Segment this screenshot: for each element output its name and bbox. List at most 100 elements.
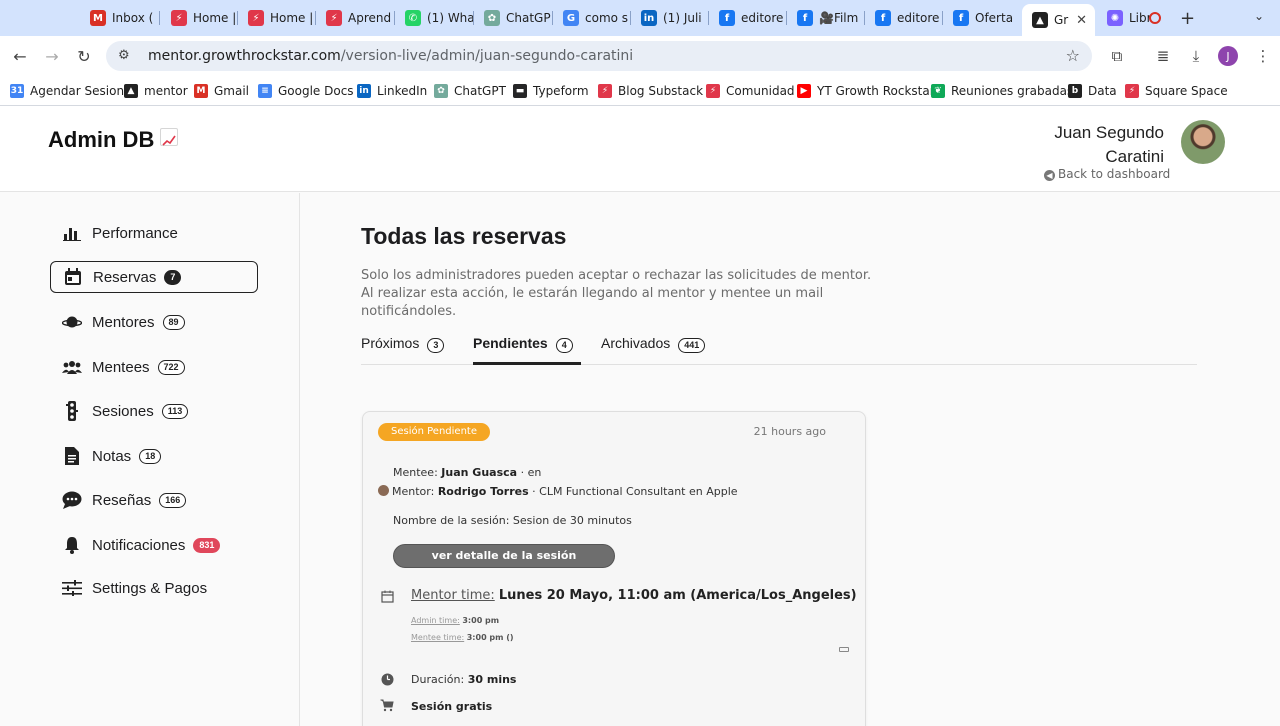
browser-tab-title: Gr [1054, 13, 1069, 27]
count-badge: 4 [555, 338, 573, 353]
sidebar-item-notificaciones[interactable]: Notificaciones 831 [50, 529, 258, 561]
profile-avatar[interactable]: J [1218, 46, 1238, 66]
sidebar-item-reseñas[interactable]: Reseñas 166 [50, 484, 258, 516]
browser-tab[interactable]: f Oferta [943, 4, 1021, 32]
admin-app: Admin DB Juan Segundo Caratini ◀ Back to … [0, 107, 1280, 726]
time-ago: 21 hours ago [753, 425, 826, 438]
bookmark-item[interactable]: ⚡ Blog Substack [598, 82, 703, 100]
facebook-icon: f [797, 10, 813, 26]
bookmark-item[interactable]: ▬ Typeform [513, 82, 589, 100]
growth-rockstar-icon: ⚡ [1125, 84, 1139, 98]
bookmark-label: Gmail [214, 84, 250, 98]
bookmark-item[interactable]: ≡ Google Docs [258, 82, 354, 100]
browser-tab[interactable]: f 🎥Film [787, 4, 865, 32]
browser-tab[interactable]: ⚡ Aprend [316, 4, 395, 32]
browser-tab[interactable]: M Inbox ( [80, 4, 160, 32]
sidebar-item-mentees[interactable]: Mentees 722 [50, 351, 258, 383]
bookmark-item[interactable]: 31 Agendar Sesion [10, 82, 124, 100]
bookmark-item[interactable]: ▲ mentor [124, 82, 188, 100]
bookmark-item[interactable]: ⚡ Comunidad [706, 82, 795, 100]
site-settings-icon[interactable]: ⚙ [118, 48, 134, 64]
sidebar-item-performance[interactable]: Performance [50, 217, 258, 249]
mentor-time-label: Mentor time: [411, 588, 495, 603]
price-row: Sesión gratis [411, 700, 492, 713]
reload-icon[interactable]: ↻ [72, 44, 96, 68]
forward-arrow-icon[interactable]: → [40, 44, 64, 68]
download-icon[interactable]: ⤓ [1185, 45, 1207, 67]
bookmark-item[interactable]: ▶ YT Growth Rockstar [797, 82, 935, 100]
mentor-time: Mentor time: Lunes 20 Mayo, 11:00 am (Am… [411, 588, 857, 603]
count-badge: 89 [162, 314, 185, 330]
admin-time-label: Admin time: [411, 616, 460, 625]
back-to-dashboard-link[interactable]: ◀ Back to dashboard [1044, 167, 1170, 181]
mentee-label: Mentee: [393, 466, 438, 479]
tab-pendientes[interactable]: Pendientes 4 [473, 335, 581, 365]
leaf-icon: ❦ [931, 84, 945, 98]
user-avatar[interactable] [1181, 120, 1225, 164]
sidebar-item-settings-pagos[interactable]: Settings & Pagos [50, 572, 258, 604]
sidebar-item-label: Reservas [93, 268, 157, 286]
back-arrow-icon[interactable]: ← [8, 44, 32, 68]
extensions-icon[interactable]: ⧉ [1106, 45, 1128, 67]
reservation-card: Sesión Pendiente 21 hours ago Mentee: Ju… [362, 411, 866, 726]
app-header: Admin DB Juan Segundo Caratini ◀ Back to … [0, 107, 1280, 192]
sidebar-item-reservas[interactable]: Reservas 7 [50, 261, 258, 293]
bookmark-item[interactable]: in LinkedIn [357, 82, 427, 100]
browser-tab[interactable]: ✺ Libr [1097, 4, 1169, 32]
mentor-name[interactable]: Rodrigo Torres [438, 485, 529, 498]
count-badge: 3 [427, 338, 445, 353]
bookmark-item[interactable]: ✿ ChatGPT [434, 82, 506, 100]
mentee-time: Mentee time: 3:00 pm () [411, 633, 514, 642]
bookmark-item[interactable]: M Gmail [194, 82, 249, 100]
bookmark-label: LinkedIn [377, 84, 428, 98]
linkedin-icon: in [357, 84, 371, 98]
mentor-role: · CLM Functional Consultant en Apple [532, 485, 738, 498]
browser-tab-title: 🎥Film [819, 11, 859, 25]
browser-tab[interactable]: ⚡ Home | [238, 4, 316, 32]
mentor-app-icon: ▲ [1032, 12, 1048, 28]
browser-tab-title: Home | [193, 11, 237, 25]
growth-rockstar-icon: ⚡ [171, 10, 187, 26]
calendar-icon: 31 [10, 84, 24, 98]
close-tab-icon[interactable]: ✕ [1076, 13, 1087, 28]
tab-label: Próximos [361, 335, 420, 351]
bookmark-item[interactable]: b Data [1068, 82, 1117, 100]
browser-tab[interactable]: in (1) Juli [631, 4, 709, 32]
tab-archivados[interactable]: Archivados 441 [601, 335, 711, 365]
tab-search-chevron-icon[interactable]: ⌄ [1254, 9, 1264, 23]
bookmarks-bar: 31 Agendar Sesion ▲ mentor M Gmail ≡ Google Doc… [0, 76, 1280, 106]
bookmark-label: Comunidad [726, 84, 795, 98]
bookmark-label: Square Space [1145, 84, 1228, 98]
status-badge: Sesión Pendiente [378, 423, 490, 441]
browser-tab[interactable]: ⚡ Home | [161, 4, 238, 32]
browser-tab[interactable]: f editore [865, 4, 943, 32]
calendar-icon [63, 267, 83, 287]
new-tab-button[interactable]: + [1180, 8, 1195, 29]
bookmark-label: Reuniones grabadas [951, 84, 1074, 98]
sidebar-item-notas[interactable]: Notas 18 [50, 440, 258, 472]
growth-rockstar-icon: ⚡ [326, 10, 342, 26]
address-bar[interactable]: ⚙ mentor.growthrockstar.com/version-live… [106, 41, 1092, 71]
users-icon [62, 357, 82, 377]
bookmark-star-icon[interactable]: ☆ [1066, 46, 1080, 65]
url-path: /version-live/admin/juan-segundo-caratin… [340, 48, 634, 64]
browser-tab[interactable]: ✆ (1) Wha [395, 4, 474, 32]
browser-tab[interactable]: Gcomo s [553, 4, 631, 32]
bookmark-item[interactable]: ❦ Reuniones grabadas [931, 82, 1073, 100]
more-menu-icon[interactable]: ⋮ [1252, 45, 1274, 67]
media-queue-icon[interactable]: ≣ [1152, 45, 1174, 67]
sidebar-item-sesiones[interactable]: Sesiones 113 [50, 395, 258, 427]
browser-tab[interactable]: ✿ ChatGP [474, 4, 553, 32]
sidebar-item-mentores[interactable]: Mentores 89 [50, 306, 258, 338]
browser-tab[interactable]: f editore [709, 4, 787, 32]
growth-rockstar-icon: ⚡ [248, 10, 264, 26]
youtube-icon: ▶ [797, 84, 811, 98]
session-detail-button[interactable]: ver detalle de la sesión [393, 544, 615, 568]
mentee-name[interactable]: Juan Guasca [441, 466, 517, 479]
app-title: Admin DB [48, 127, 179, 153]
data-icon: b [1068, 84, 1082, 98]
browser-tab[interactable]: ▲ Gr ✕ [1022, 4, 1095, 36]
bookmark-item[interactable]: ⚡ Square Space [1125, 82, 1228, 100]
tab-próximos[interactable]: Próximos 3 [361, 335, 456, 365]
user-name: Juan Segundo Caratini [1054, 123, 1164, 166]
